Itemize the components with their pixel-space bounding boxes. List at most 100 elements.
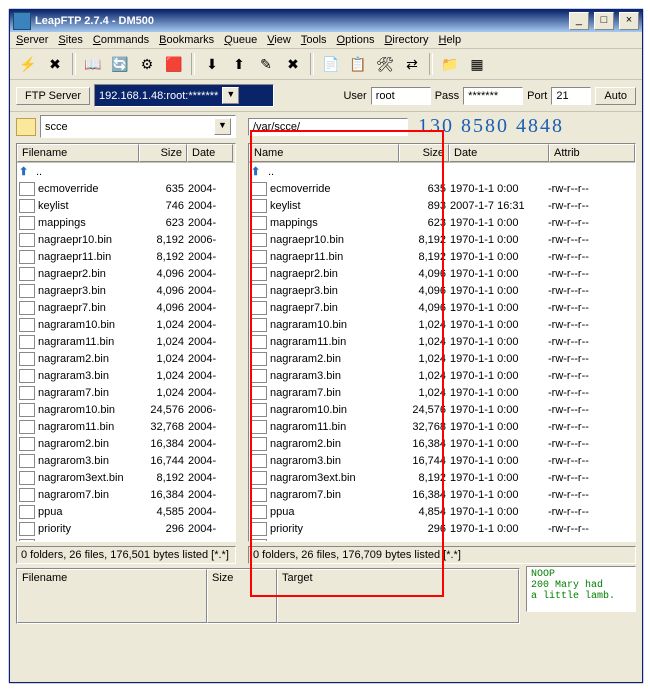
close-button[interactable]: × [619,12,639,30]
file-row[interactable]: nagraepr11.bin8,1921970-1-1 0:00-rw-r--r… [249,248,635,265]
local-col-date[interactable]: Date [187,144,233,162]
file-row[interactable]: priority2961970-1-1 0:00-rw-r--r-- [249,520,635,537]
file-icon [251,199,267,213]
file-row[interactable]: nagrarom11.bin32,7681970-1-1 0:00-rw-r--… [249,418,635,435]
remote-col-size[interactable]: Size [399,144,449,162]
file-row[interactable]: nagrarom3.bin16,7441970-1-1 0:00-rw-r--r… [249,452,635,469]
server-combo[interactable]: 192.168.1.48:root:******* ▼ [94,84,274,107]
upload-icon[interactable]: ⬆ [227,52,251,76]
connect-icon[interactable]: ⚡ [16,52,40,76]
compare-icon[interactable]: ⇄ [400,52,424,76]
queue-col-size[interactable]: Size [207,569,277,623]
user-field[interactable] [371,87,431,105]
menu-directory[interactable]: Directory [384,34,428,46]
file-row[interactable]: nagraepr2.bin4,0962004- [17,265,235,282]
view-icon[interactable]: 📄 [319,52,343,76]
disconnect-icon[interactable]: ✖ [43,52,67,76]
pass-field[interactable] [463,87,523,105]
queue-col-name[interactable]: Filename [17,569,207,623]
file-row[interactable]: keylist8932007-1-7 16:31-rw-r--r-- [249,197,635,214]
menu-queue[interactable]: Queue [224,34,257,46]
file-row[interactable]: rsakeylist2,6881970-1-1 0:00-rw-r--r-- [249,537,635,541]
file-row[interactable]: nagraram7.bin1,0242004- [17,384,235,401]
file-row[interactable]: nagrarom2.bin16,3842004- [17,435,235,452]
file-row[interactable]: nagrarom10.bin24,5761970-1-1 0:00-rw-r--… [249,401,635,418]
file-row[interactable]: nagraepr3.bin4,0962004- [17,282,235,299]
menu-view[interactable]: View [267,34,291,46]
file-row[interactable]: nagrarom7.bin16,3842004- [17,486,235,503]
minimize-button[interactable]: _ [569,12,589,30]
list-icon[interactable]: 📋 [346,52,370,76]
file-row[interactable]: nagraepr10.bin8,1922006- [17,231,235,248]
file-row[interactable]: rsakeylist2,8962004- [17,537,235,541]
file-row[interactable]: nagraram2.bin1,0242004- [17,350,235,367]
menu-bookmarks[interactable]: Bookmarks [159,34,214,46]
maximize-button[interactable]: □ [594,12,614,30]
tool-icon[interactable]: 🛠 [373,52,397,76]
folder-icon[interactable] [16,118,36,136]
file-row[interactable]: nagrarom2.bin16,3841970-1-1 0:00-rw-r--r… [249,435,635,452]
file-row[interactable]: nagraepr10.bin8,1921970-1-1 0:00-rw-r--r… [249,231,635,248]
ftp-server-button[interactable]: FTP Server [16,87,90,105]
pass-label: Pass [435,90,459,102]
chevron-down-icon[interactable]: ▼ [222,87,239,104]
newfolder-icon[interactable]: 📁 [438,52,462,76]
file-row[interactable]: nagraram2.bin1,0241970-1-1 0:00-rw-r--r-… [249,350,635,367]
file-row[interactable]: nagraram11.bin1,0241970-1-1 0:00-rw-r--r… [249,333,635,350]
port-field[interactable] [551,87,591,105]
file-row[interactable]: ecmoverride6352004- [17,180,235,197]
auto-button[interactable]: Auto [595,87,636,105]
parent-dir[interactable]: ⬆.. [17,163,235,180]
up-icon[interactable]: ⬆ [19,165,33,179]
file-row[interactable]: nagraepr2.bin4,0961970-1-1 0:00-rw-r--r-… [249,265,635,282]
file-row[interactable]: nagraram3.bin1,0241970-1-1 0:00-rw-r--r-… [249,367,635,384]
up-icon[interactable]: ⬆ [251,165,265,179]
file-row[interactable]: nagrarom7.bin16,3841970-1-1 0:00-rw-r--r… [249,486,635,503]
file-row[interactable]: nagraram3.bin1,0242004- [17,367,235,384]
local-col-name[interactable]: Filename [17,144,139,162]
file-row[interactable]: mappings6232004- [17,214,235,231]
menu-help[interactable]: Help [438,34,461,46]
file-row[interactable]: nagraram10.bin1,0241970-1-1 0:00-rw-r--r… [249,316,635,333]
edit-icon[interactable]: ✎ [254,52,278,76]
file-row[interactable]: nagrarom3ext.bin8,1922004- [17,469,235,486]
stop-icon[interactable]: 🟥 [162,52,186,76]
file-row[interactable]: nagrarom11.bin32,7682004- [17,418,235,435]
menu-commands[interactable]: Commands [93,34,149,46]
file-row[interactable]: nagraepr7.bin4,0962004- [17,299,235,316]
file-row[interactable]: ppua4,8541970-1-1 0:00-rw-r--r-- [249,503,635,520]
delete-icon[interactable]: ✖ [281,52,305,76]
remote-col-attr[interactable]: Attrib [549,144,635,162]
refresh-icon[interactable]: 🔄 [108,52,132,76]
gear-icon[interactable]: ⚙ [135,52,159,76]
remote-path-input[interactable]: /var/scce/ [248,118,408,136]
file-row[interactable]: nagraepr3.bin4,0961970-1-1 0:00-rw-r--r-… [249,282,635,299]
chevron-down-icon[interactable]: ▼ [214,118,231,135]
remote-col-name[interactable]: Name [249,144,399,162]
remote-col-date[interactable]: Date [449,144,549,162]
queue-col-target[interactable]: Target [277,569,519,623]
book-icon[interactable]: 📖 [81,52,105,76]
file-row[interactable]: keylist7462004- [17,197,235,214]
file-row[interactable]: nagraram11.bin1,0242004- [17,333,235,350]
file-row[interactable]: nagraepr7.bin4,0961970-1-1 0:00-rw-r--r-… [249,299,635,316]
file-row[interactable]: nagrarom3.bin16,7442004- [17,452,235,469]
menu-server[interactable]: Server [16,34,48,46]
file-row[interactable]: nagraram7.bin1,0241970-1-1 0:00-rw-r--r-… [249,384,635,401]
menu-options[interactable]: Options [337,34,375,46]
local-path-input[interactable]: scce ▼ [40,115,236,138]
parent-dir[interactable]: ⬆.. [249,163,635,180]
file-row[interactable]: nagrarom10.bin24,5762006- [17,401,235,418]
file-row[interactable]: mappings6231970-1-1 0:00-rw-r--r-- [249,214,635,231]
file-row[interactable]: nagraepr11.bin8,1922004- [17,248,235,265]
menu-tools[interactable]: Tools [301,34,327,46]
local-col-size[interactable]: Size [139,144,187,162]
file-row[interactable]: ecmoverride6351970-1-1 0:00-rw-r--r-- [249,180,635,197]
other-icon[interactable]: ▦ [465,52,489,76]
menu-sites[interactable]: Sites [58,34,82,46]
file-row[interactable]: nagrarom3ext.bin8,1921970-1-1 0:00-rw-r-… [249,469,635,486]
download-icon[interactable]: ⬇ [200,52,224,76]
file-row[interactable]: nagraram10.bin1,0242004- [17,316,235,333]
file-row[interactable]: ppua4,5852004- [17,503,235,520]
file-row[interactable]: priority2962004- [17,520,235,537]
